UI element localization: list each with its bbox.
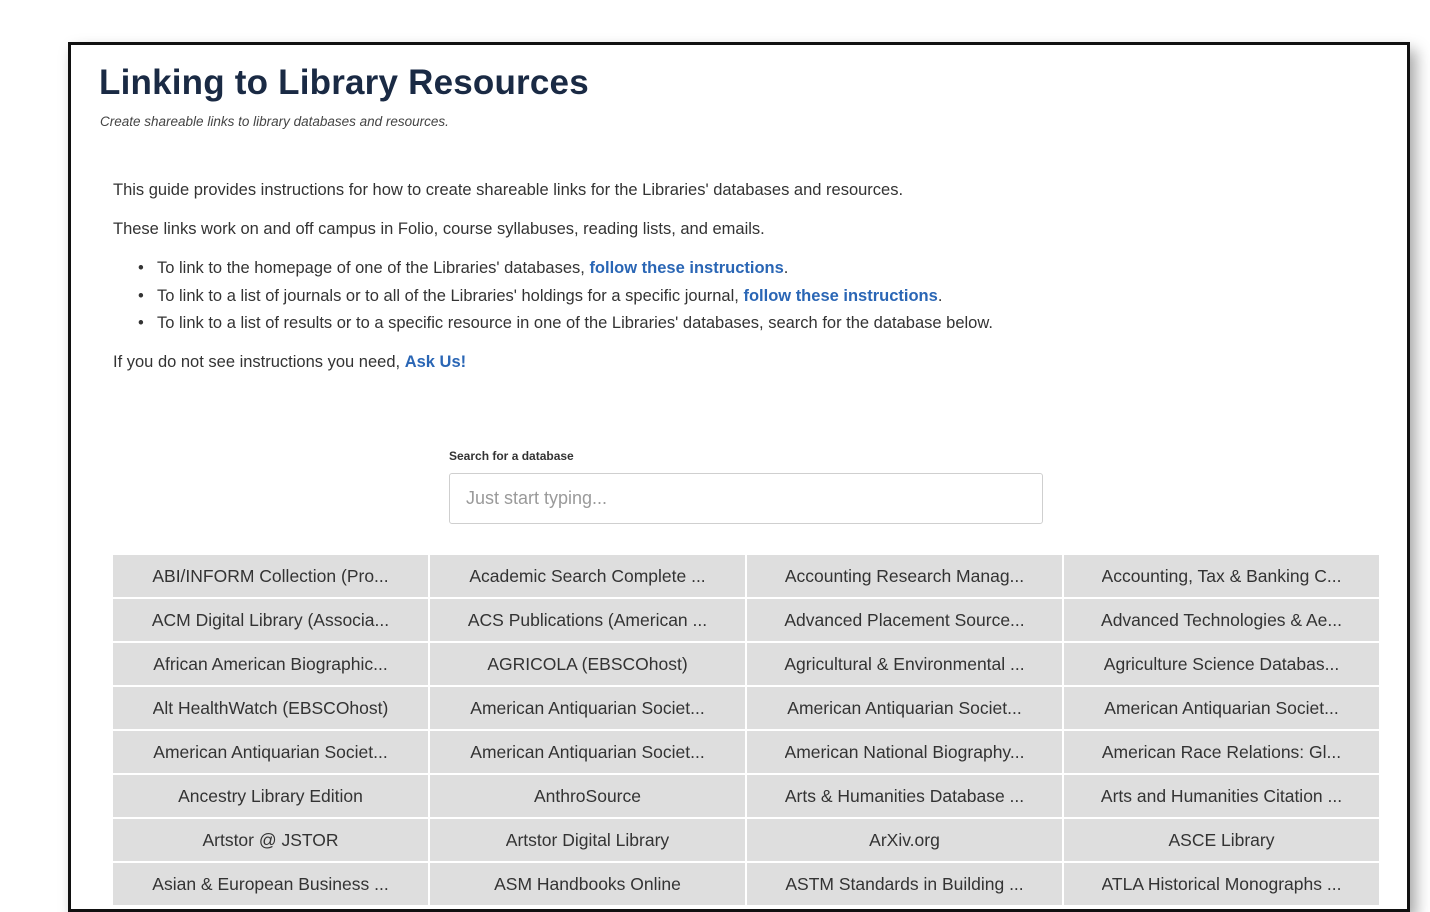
database-link-label: Arts and Humanities Citation ... [1100, 785, 1343, 806]
database-link[interactable]: ABI/INFORM Collection (Pro... [113, 555, 428, 597]
instruction-text: To link to a list of results or to a spe… [157, 314, 993, 332]
database-link-label: Arts & Humanities Database ... [784, 785, 1025, 806]
database-link[interactable]: Advanced Technologies & Ae... [1064, 599, 1379, 641]
database-link-label: ATLA Historical Monographs ... [1101, 873, 1342, 894]
database-link-label: American Antiquarian Societ... [470, 741, 705, 762]
database-link-label: American Antiquarian Societ... [153, 741, 388, 762]
database-link-label: Alt HealthWatch (EBSCOhost) [152, 697, 389, 718]
instruction-end: . [783, 259, 789, 277]
database-link-label: Agricultural & Environmental ... [784, 653, 1025, 674]
database-link[interactable]: Arts and Humanities Citation ... [1064, 775, 1379, 817]
bullet-dot: • [138, 286, 144, 305]
database-link[interactable]: Agricultural & Environmental ... [747, 643, 1062, 685]
database-link-label: Advanced Technologies & Ae... [1101, 609, 1342, 630]
database-link[interactable]: American Race Relations: Gl... [1064, 731, 1379, 773]
database-link[interactable]: American Antiquarian Societ... [1064, 687, 1379, 729]
database-link[interactable]: ASCE Library [1064, 819, 1379, 861]
database-link-label: AnthroSource [533, 785, 641, 806]
database-link-label: ABI/INFORM Collection (Pro... [152, 565, 389, 586]
database-link-label: AGRICOLA (EBSCOhost) [487, 653, 688, 674]
database-link[interactable]: ACS Publications (American ... [430, 599, 745, 641]
database-link-label: Advanced Placement Source... [784, 609, 1025, 630]
instructions-list: • To link to the homepage of one of the … [113, 257, 993, 340]
database-link-label: American Race Relations: Gl... [1101, 741, 1342, 762]
database-link[interactable]: American Antiquarian Societ... [430, 687, 745, 729]
database-link[interactable]: Ancestry Library Edition [113, 775, 428, 817]
database-link[interactable]: Alt HealthWatch (EBSCOhost) [113, 687, 428, 729]
database-link-label: Artstor Digital Library [505, 829, 670, 850]
intro-paragraph-1: This guide provides instructions for how… [113, 181, 904, 199]
page-title: Linking to Library Resources [99, 63, 589, 102]
database-search-input[interactable] [449, 473, 1043, 524]
follow-instructions-link-journals[interactable]: follow these instructions [743, 287, 937, 305]
database-link[interactable]: Accounting, Tax & Banking C... [1064, 555, 1379, 597]
database-link-label: Accounting Research Manag... [784, 565, 1025, 586]
database-link-label: ASCE Library [1168, 829, 1275, 850]
database-link-label: African American Biographic... [153, 653, 388, 674]
database-link-label: Artstor @ JSTOR [202, 829, 339, 850]
ask-us-prefix: If you do not see instructions you need, [113, 353, 405, 371]
intro-paragraph-2: These links work on and off campus in Fo… [113, 220, 765, 238]
database-link-label: American Antiquarian Societ... [1104, 697, 1339, 718]
database-link[interactable]: Agriculture Science Databas... [1064, 643, 1379, 685]
database-link[interactable]: Arts & Humanities Database ... [747, 775, 1062, 817]
database-link-label: American Antiquarian Societ... [787, 697, 1022, 718]
page-subtitle: Create shareable links to library databa… [100, 114, 449, 129]
bullet-dot: • [138, 259, 144, 277]
database-link-label: ACS Publications (American ... [467, 609, 708, 630]
database-link[interactable]: Artstor Digital Library [430, 819, 745, 861]
database-link-label: Agriculture Science Databas... [1103, 653, 1340, 674]
database-link[interactable]: African American Biographic... [113, 643, 428, 685]
instruction-text: To link to the homepage of one of the Li… [157, 259, 590, 277]
database-link[interactable]: Artstor @ JSTOR [113, 819, 428, 861]
database-link-label: Accounting, Tax & Banking C... [1101, 565, 1342, 586]
instruction-item-3: • To link to a list of results or to a s… [113, 312, 993, 340]
database-link[interactable]: American National Biography... [747, 731, 1062, 773]
ask-us-line: If you do not see instructions you need,… [113, 353, 466, 372]
database-link[interactable]: American Antiquarian Societ... [430, 731, 745, 773]
bullet-dot: • [138, 314, 144, 332]
follow-instructions-link-databases[interactable]: follow these instructions [589, 259, 783, 277]
ask-us-link[interactable]: Ask Us! [405, 353, 466, 371]
instruction-item-1: • To link to the homepage of one of the … [113, 257, 993, 285]
database-link[interactable]: Academic Search Complete ... [430, 555, 745, 597]
database-link-label: American National Biography... [784, 741, 1025, 762]
database-link[interactable]: American Antiquarian Societ... [113, 731, 428, 773]
instruction-end: . [937, 286, 943, 305]
database-link[interactable]: ArXiv.org [747, 819, 1062, 861]
database-link[interactable]: American Antiquarian Societ... [747, 687, 1062, 729]
database-link-label: ASTM Standards in Building ... [785, 873, 1024, 894]
database-link[interactable]: AGRICOLA (EBSCOhost) [430, 643, 745, 685]
database-link[interactable]: AnthroSource [430, 775, 745, 817]
instruction-text: To link to a list of journals or to all … [157, 286, 744, 305]
database-link-label: ArXiv.org [869, 829, 940, 850]
search-label: Search for a database [449, 449, 574, 463]
database-link-label: ASM Handbooks Online [494, 873, 681, 894]
database-link-label: Ancestry Library Edition [178, 785, 363, 806]
database-link-label: ACM Digital Library (Associa... [151, 609, 390, 630]
database-link[interactable]: Accounting Research Manag... [747, 555, 1062, 597]
database-link-label: Asian & European Business ... [152, 873, 389, 894]
database-grid: ABI/INFORM Collection (Pro... Academic Se… [113, 555, 1379, 905]
instruction-item-2: • To link to a list of journals or to al… [113, 285, 993, 313]
content-frame: Linking to Library Resources Create shar… [68, 42, 1410, 912]
database-link-label: Academic Search Complete ... [469, 565, 706, 586]
database-link[interactable]: ACM Digital Library (Associa... [113, 599, 428, 641]
database-link[interactable]: Advanced Placement Source... [747, 599, 1062, 641]
database-link-label: American Antiquarian Societ... [470, 697, 705, 718]
